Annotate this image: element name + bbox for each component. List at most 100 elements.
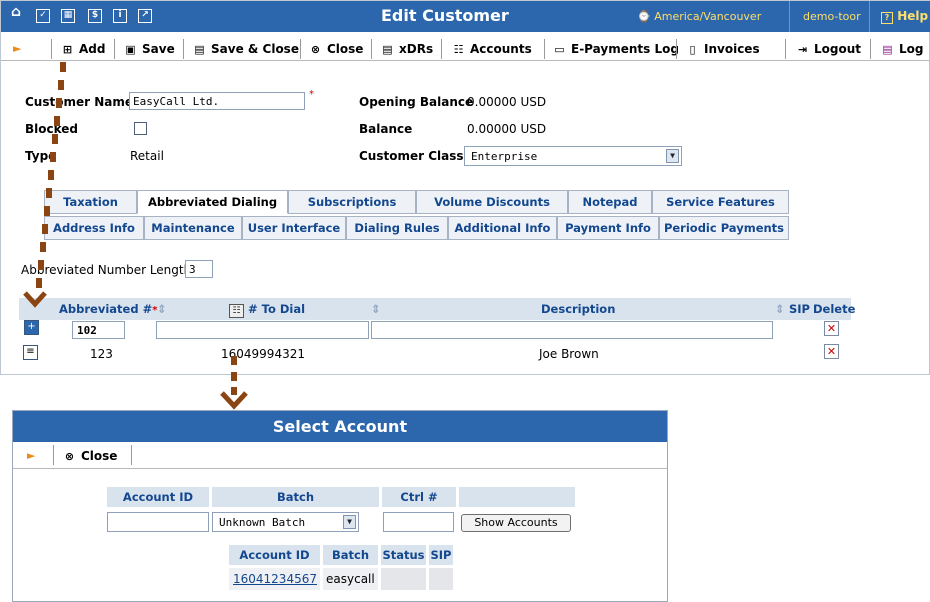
col-to-dial-text: # To Dial [248,302,306,316]
accounts-label: Accounts [470,42,532,56]
add-button[interactable]: ⊞ Add [61,40,106,60]
xdrs-icon: ▤ [382,43,393,56]
epayments-icon: ▭ [554,43,565,56]
batch-select[interactable]: Unknown Batch ▼ [212,512,359,532]
toolbar-play-icon: ► [27,449,36,462]
customer-name-input[interactable] [129,92,305,110]
result-batch: easycall [326,572,375,586]
edit-row-icon[interactable]: ≡ [23,345,38,360]
save-label: Save [142,42,175,56]
search-header-account-id: Account ID [107,487,209,507]
save-icon: ▣ [125,43,136,56]
balance-label: Balance [359,122,413,136]
ctrl-input[interactable] [383,512,454,532]
help-icon: ? [881,12,893,24]
col-description-header[interactable]: Description [541,298,615,320]
title-bar: ⌂ ✓ ▦ $ i ↗ Edit Customer ⌚ America/Vanc… [1,1,930,32]
col-abbrev-header[interactable]: Abbreviated #* [59,298,157,320]
account-id-link[interactable]: 16041234567 [233,572,317,586]
user-label[interactable]: demo-toor [803,10,861,23]
tab-dialing-rules[interactable]: Dialing Rules [346,216,448,240]
lookup-icon[interactable]: ☷ [229,304,244,318]
tab-additional-info[interactable]: Additional Info [448,216,557,240]
abbrev-grid-header: Abbreviated #* ⇕ ☷ # To Dial ⇕ Descripti… [19,298,855,320]
delete-icon[interactable]: ✕ [824,344,839,359]
checklist-icon[interactable]: ✓ [36,9,50,23]
logout-icon: ⇥ [797,43,808,56]
help-link[interactable]: ? Help [881,9,928,24]
info-icon[interactable]: i [113,9,127,23]
col-abbrev-text: Abbreviated # [59,302,153,316]
account-id-input[interactable] [107,512,209,532]
timezone-label[interactable]: ⌚ America/Vancouver [637,10,761,23]
col-to-dial-header[interactable]: ☷ # To Dial [229,298,305,320]
tab-user-interface[interactable]: User Interface [242,216,346,240]
sort-icon[interactable]: ⇕ [157,298,167,320]
tab-volume-discounts[interactable]: Volume Discounts [416,190,568,214]
tab-abbreviated-dialing[interactable]: Abbreviated Dialing [137,190,288,214]
home-icon[interactable]: ⌂ [9,5,23,21]
abbreviated-length-label: Abbreviated Number Length [21,263,192,277]
customer-class-select[interactable]: Enterprise ▼ [464,146,682,166]
logout-button[interactable]: ⇥ Logout [796,40,861,60]
save-button[interactable]: ▣ Save [124,40,175,60]
close-label: Close [327,42,364,56]
tab-periodic-payments[interactable]: Periodic Payments [659,216,789,240]
add-label: Add [79,42,106,56]
select-account-window: Select Account ► ⊗ Close Account ID Batch… [12,410,668,602]
invoices-label: Invoices [704,42,760,56]
save-close-icon: ▤ [194,43,205,56]
search-header-ctrl: Ctrl # [382,487,456,507]
search-header-batch: Batch [212,487,379,507]
log-icon: ▤ [882,43,893,56]
blocked-checkbox[interactable] [134,122,147,135]
close-button[interactable]: ⊗ Close [63,447,118,467]
log-button[interactable]: ▤ Log [881,40,923,60]
toolbar-play-icon: ► [13,42,22,55]
tab-address-info[interactable]: Address Info [44,216,144,240]
arrow-head-icon [23,291,47,308]
sort-icon[interactable]: ⇕ [371,298,381,320]
result-row: 16041234567 [229,568,320,590]
epayments-log-button[interactable]: ▭ E-Payments Log [553,40,679,60]
select-account-toolbar: ► ⊗ Close [13,442,667,469]
logout-label: Logout [814,42,862,56]
result-header-account-id: Account ID [229,545,320,565]
close-button[interactable]: ⊗ Close [309,40,364,60]
tab-subscriptions[interactable]: Subscriptions [288,190,416,214]
sort-icon[interactable]: ⇕ [775,298,785,320]
required-marker: * [309,89,314,100]
result-batch-cell: easycall [323,568,378,590]
xdrs-button[interactable]: ▤ xDRs [381,40,433,60]
dollar-icon[interactable]: $ [88,9,102,23]
new-abbrev-input[interactable] [72,321,125,339]
save-close-button[interactable]: ▤ Save & Close [193,40,299,60]
xdrs-label: xDRs [399,42,434,56]
search-header-blank [459,487,575,507]
opening-balance-label: Opening Balance [359,95,474,109]
accounts-button[interactable]: ☷ Accounts [452,40,532,60]
tab-maintenance[interactable]: Maintenance [144,216,242,240]
customer-class-label: Customer Class [359,149,464,163]
grid-icon[interactable]: ▦ [61,9,75,23]
chevron-down-icon: ▼ [343,515,356,529]
new-to-dial-input[interactable] [156,321,369,339]
result-header-batch: Batch [323,545,378,565]
tab-notepad[interactable]: Notepad [568,190,652,214]
show-accounts-button[interactable]: Show Accounts [461,514,571,532]
tab-service-features[interactable]: Service Features [652,190,789,214]
delete-icon[interactable]: ✕ [824,321,839,336]
invoices-button[interactable]: ▯ Invoices [686,40,760,60]
tab-taxation[interactable]: Taxation [44,190,137,214]
tab-payment-info[interactable]: Payment Info [557,216,659,240]
close-icon: ⊗ [310,43,321,56]
new-row-icon[interactable]: + [24,320,39,335]
abbreviated-length-input[interactable] [185,260,213,278]
chart-icon[interactable]: ↗ [138,9,152,23]
new-description-input[interactable] [371,321,773,339]
arrow-head-icon [220,391,248,410]
batch-value: Unknown Batch [219,516,306,529]
chevron-down-icon: ▼ [666,149,679,163]
row-abbrev: 123 [90,347,113,361]
type-value: Retail [130,149,164,163]
